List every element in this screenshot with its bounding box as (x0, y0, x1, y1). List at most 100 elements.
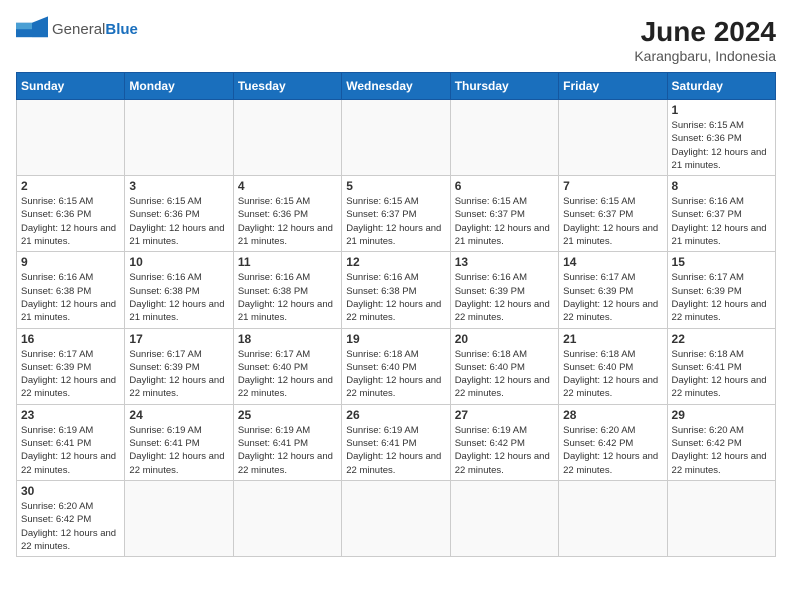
day-number: 27 (455, 408, 554, 422)
day-of-week-header: Sunday (17, 73, 125, 100)
calendar-day-cell: 4 Sunrise: 6:15 AM Sunset: 6:36 PM Daylig… (233, 176, 341, 252)
day-info: Sunrise: 6:16 AM Sunset: 6:39 PM Dayligh… (455, 271, 554, 324)
day-info: Sunrise: 6:15 AM Sunset: 6:36 PM Dayligh… (238, 195, 337, 248)
day-of-week-header: Wednesday (342, 73, 450, 100)
calendar-day-cell: 16 Sunrise: 6:17 AM Sunset: 6:39 PM Dayli… (17, 328, 125, 404)
calendar-day-cell: 10 Sunrise: 6:16 AM Sunset: 6:38 PM Dayli… (125, 252, 233, 328)
calendar-day-cell: 2 Sunrise: 6:15 AM Sunset: 6:36 PM Daylig… (17, 176, 125, 252)
day-number: 30 (21, 484, 120, 498)
day-info: Sunrise: 6:16 AM Sunset: 6:38 PM Dayligh… (129, 271, 228, 324)
day-number: 20 (455, 332, 554, 346)
day-number: 26 (346, 408, 445, 422)
day-number: 4 (238, 179, 337, 193)
day-number: 19 (346, 332, 445, 346)
logo-icon (16, 16, 48, 44)
month-year-title: June 2024 (634, 16, 776, 48)
day-number: 15 (672, 255, 771, 269)
day-of-week-header: Friday (559, 73, 667, 100)
calendar-day-cell: 27 Sunrise: 6:19 AM Sunset: 6:42 PM Dayli… (450, 404, 558, 480)
calendar-week-row: 1 Sunrise: 6:15 AM Sunset: 6:36 PM Daylig… (17, 100, 776, 176)
page-header: GeneralBlue June 2024 Karangbaru, Indone… (16, 16, 776, 64)
day-info: Sunrise: 6:15 AM Sunset: 6:36 PM Dayligh… (129, 195, 228, 248)
calendar-week-row: 9 Sunrise: 6:16 AM Sunset: 6:38 PM Daylig… (17, 252, 776, 328)
calendar-day-cell (450, 100, 558, 176)
day-info: Sunrise: 6:17 AM Sunset: 6:39 PM Dayligh… (21, 348, 120, 401)
day-number: 17 (129, 332, 228, 346)
day-info: Sunrise: 6:18 AM Sunset: 6:40 PM Dayligh… (455, 348, 554, 401)
calendar-day-cell: 22 Sunrise: 6:18 AM Sunset: 6:41 PM Dayli… (667, 328, 775, 404)
day-info: Sunrise: 6:15 AM Sunset: 6:36 PM Dayligh… (21, 195, 120, 248)
calendar-day-cell: 1 Sunrise: 6:15 AM Sunset: 6:36 PM Daylig… (667, 100, 775, 176)
day-number: 16 (21, 332, 120, 346)
day-info: Sunrise: 6:16 AM Sunset: 6:38 PM Dayligh… (346, 271, 445, 324)
calendar-day-cell: 15Sunrise: 6:17 AM Sunset: 6:39 PM Dayli… (667, 252, 775, 328)
day-info: Sunrise: 6:16 AM Sunset: 6:37 PM Dayligh… (672, 195, 771, 248)
calendar-day-cell (559, 480, 667, 556)
calendar-table: SundayMondayTuesdayWednesdayThursdayFrid… (16, 72, 776, 557)
day-info: Sunrise: 6:20 AM Sunset: 6:42 PM Dayligh… (21, 500, 120, 553)
day-info: Sunrise: 6:18 AM Sunset: 6:41 PM Dayligh… (672, 348, 771, 401)
calendar-day-cell: 11Sunrise: 6:16 AM Sunset: 6:38 PM Dayli… (233, 252, 341, 328)
day-of-week-header: Saturday (667, 73, 775, 100)
day-number: 10 (129, 255, 228, 269)
calendar-day-cell: 3 Sunrise: 6:15 AM Sunset: 6:36 PM Daylig… (125, 176, 233, 252)
logo: GeneralBlue (16, 16, 138, 44)
day-info: Sunrise: 6:19 AM Sunset: 6:41 PM Dayligh… (346, 424, 445, 477)
calendar-day-cell: 5 Sunrise: 6:15 AM Sunset: 6:37 PM Daylig… (342, 176, 450, 252)
calendar-day-cell (233, 100, 341, 176)
day-info: Sunrise: 6:19 AM Sunset: 6:41 PM Dayligh… (129, 424, 228, 477)
calendar-day-cell (125, 480, 233, 556)
calendar-day-cell: 24Sunrise: 6:19 AM Sunset: 6:41 PM Dayli… (125, 404, 233, 480)
title-block: June 2024 Karangbaru, Indonesia (634, 16, 776, 64)
calendar-day-cell: 30 Sunrise: 6:20 AM Sunset: 6:42 PM Dayli… (17, 480, 125, 556)
calendar-day-cell: 20 Sunrise: 6:18 AM Sunset: 6:40 PM Dayli… (450, 328, 558, 404)
calendar-day-cell: 6Sunrise: 6:15 AM Sunset: 6:37 PM Daylig… (450, 176, 558, 252)
day-number: 12 (346, 255, 445, 269)
day-info: Sunrise: 6:17 AM Sunset: 6:39 PM Dayligh… (129, 348, 228, 401)
calendar-day-cell (559, 100, 667, 176)
calendar-header-row: SundayMondayTuesdayWednesdayThursdayFrid… (17, 73, 776, 100)
calendar-day-cell: 13Sunrise: 6:16 AM Sunset: 6:39 PM Dayli… (450, 252, 558, 328)
day-info: Sunrise: 6:19 AM Sunset: 6:41 PM Dayligh… (21, 424, 120, 477)
logo-text: GeneralBlue (52, 21, 138, 39)
calendar-day-cell: 18Sunrise: 6:17 AM Sunset: 6:40 PM Dayli… (233, 328, 341, 404)
day-number: 14 (563, 255, 662, 269)
calendar-day-cell (450, 480, 558, 556)
day-of-week-header: Thursday (450, 73, 558, 100)
day-info: Sunrise: 6:20 AM Sunset: 6:42 PM Dayligh… (563, 424, 662, 477)
calendar-week-row: 23 Sunrise: 6:19 AM Sunset: 6:41 PM Dayli… (17, 404, 776, 480)
calendar-day-cell (342, 100, 450, 176)
day-info: Sunrise: 6:15 AM Sunset: 6:36 PM Dayligh… (672, 119, 771, 172)
calendar-day-cell: 12 Sunrise: 6:16 AM Sunset: 6:38 PM Dayli… (342, 252, 450, 328)
calendar-week-row: 2 Sunrise: 6:15 AM Sunset: 6:36 PM Daylig… (17, 176, 776, 252)
day-number: 2 (21, 179, 120, 193)
calendar-week-row: 30 Sunrise: 6:20 AM Sunset: 6:42 PM Dayli… (17, 480, 776, 556)
day-info: Sunrise: 6:15 AM Sunset: 6:37 PM Dayligh… (563, 195, 662, 248)
day-info: Sunrise: 6:18 AM Sunset: 6:40 PM Dayligh… (563, 348, 662, 401)
calendar-day-cell: 26 Sunrise: 6:19 AM Sunset: 6:41 PM Dayli… (342, 404, 450, 480)
day-number: 22 (672, 332, 771, 346)
day-info: Sunrise: 6:17 AM Sunset: 6:40 PM Dayligh… (238, 348, 337, 401)
day-number: 9 (21, 255, 120, 269)
day-info: Sunrise: 6:19 AM Sunset: 6:42 PM Dayligh… (455, 424, 554, 477)
day-number: 23 (21, 408, 120, 422)
day-number: 28 (563, 408, 662, 422)
calendar-day-cell (17, 100, 125, 176)
day-number: 25 (238, 408, 337, 422)
calendar-day-cell (342, 480, 450, 556)
day-number: 5 (346, 179, 445, 193)
day-info: Sunrise: 6:15 AM Sunset: 6:37 PM Dayligh… (346, 195, 445, 248)
day-number: 1 (672, 103, 771, 117)
day-info: Sunrise: 6:16 AM Sunset: 6:38 PM Dayligh… (21, 271, 120, 324)
calendar-day-cell: 19 Sunrise: 6:18 AM Sunset: 6:40 PM Dayli… (342, 328, 450, 404)
calendar-day-cell: 7Sunrise: 6:15 AM Sunset: 6:37 PM Daylig… (559, 176, 667, 252)
day-info: Sunrise: 6:18 AM Sunset: 6:40 PM Dayligh… (346, 348, 445, 401)
location-subtitle: Karangbaru, Indonesia (634, 48, 776, 64)
calendar-day-cell (233, 480, 341, 556)
calendar-day-cell: 21Sunrise: 6:18 AM Sunset: 6:40 PM Dayli… (559, 328, 667, 404)
day-of-week-header: Monday (125, 73, 233, 100)
calendar-day-cell: 29Sunrise: 6:20 AM Sunset: 6:42 PM Dayli… (667, 404, 775, 480)
calendar-day-cell: 9 Sunrise: 6:16 AM Sunset: 6:38 PM Daylig… (17, 252, 125, 328)
day-number: 3 (129, 179, 228, 193)
day-info: Sunrise: 6:19 AM Sunset: 6:41 PM Dayligh… (238, 424, 337, 477)
